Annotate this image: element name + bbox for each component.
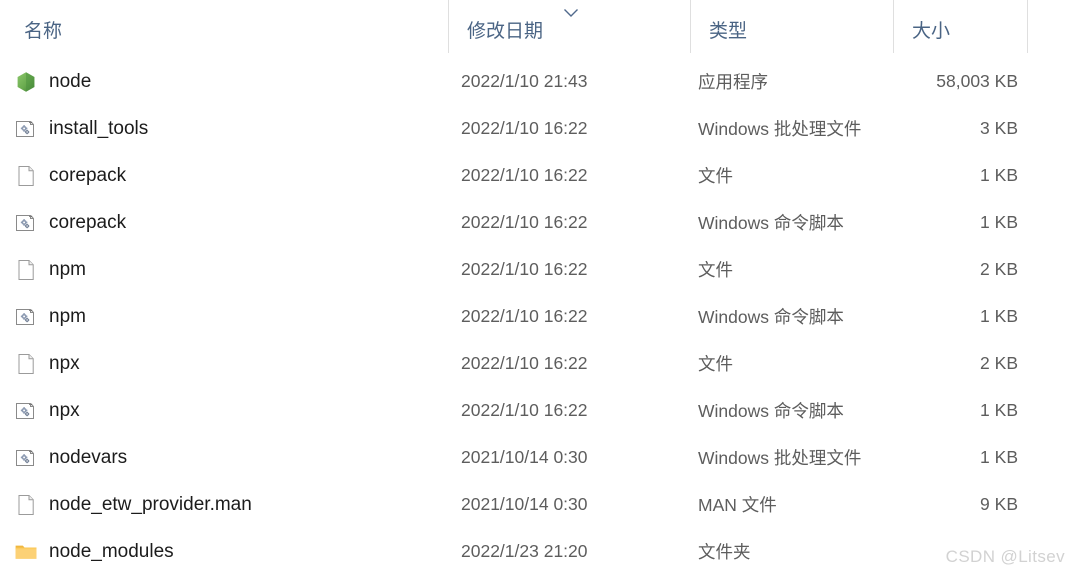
table-row[interactable]: corepack 2022/1/10 16:22 文件 1 KB [0,152,1083,199]
column-header-type[interactable]: 类型 [690,0,893,53]
sort-descending-chevron-icon [563,8,579,18]
file-size-cell: 2 KB [980,353,1018,373]
blank-document-icon [14,493,38,517]
table-row[interactable]: install_tools 2022/1/10 16:22 Windows 批处… [0,105,1083,152]
script-file-icon [14,399,38,423]
column-header-trailing-separator [1027,0,1028,53]
blank-document-icon [14,164,38,188]
table-row[interactable]: npm 2022/1/10 16:22 Windows 命令脚本 1 KB [0,293,1083,340]
file-date-modified-cell: 2022/1/10 16:22 [461,259,588,279]
column-header-size-label: 大小 [912,21,951,42]
table-row[interactable]: corepack 2022/1/10 16:22 Windows 命令脚本 1 … [0,199,1083,246]
column-header-size[interactable]: 大小 [893,0,1027,53]
file-name-label: nodevars [49,446,128,468]
file-date-modified-cell: 2022/1/23 21:20 [461,541,588,561]
file-type-cell: 文件夹 [698,542,751,562]
file-name-label: corepack [49,211,127,233]
file-name-cell[interactable]: install_tools [0,117,448,141]
file-name-cell[interactable]: corepack [0,164,448,188]
script-file-icon [14,305,38,329]
file-name-cell[interactable]: corepack [0,211,448,235]
file-explorer-list-view: 名称 修改日期 类型 大小 node 2022/1/10 21:43 应用程序 … [0,0,1083,577]
file-name-cell[interactable]: nodevars [0,446,448,470]
file-size-cell: 58,003 KB [936,71,1018,91]
file-date-modified-cell: 2022/1/10 16:22 [461,165,588,185]
file-date-modified-cell: 2021/10/14 0:30 [461,447,588,467]
column-header-date-modified-label: 修改日期 [467,21,544,42]
file-size-cell: 1 KB [980,400,1018,420]
script-file-icon [14,117,38,141]
column-header-name[interactable]: 名称 [0,0,448,53]
file-date-modified-cell: 2022/1/10 16:22 [461,118,588,138]
file-size-cell: 3 KB [980,118,1018,138]
file-name-label: npm [49,305,86,327]
file-list: node 2022/1/10 21:43 应用程序 58,003 KB inst… [0,58,1083,575]
file-date-modified-cell: 2022/1/10 16:22 [461,306,588,326]
file-name-label: corepack [49,164,127,186]
script-file-icon [14,211,38,235]
file-name-cell[interactable]: node_modules [0,540,448,564]
file-name-cell[interactable]: node_etw_provider.man [0,493,448,517]
file-name-label: npx [49,352,80,374]
file-name-label: node_etw_provider.man [49,493,252,515]
blank-document-icon [14,258,38,282]
file-name-label: npx [49,399,80,421]
file-date-modified-cell: 2022/1/10 21:43 [461,71,588,91]
table-row[interactable]: node_etw_provider.man 2021/10/14 0:30 MA… [0,481,1083,528]
table-row[interactable]: npx 2022/1/10 16:22 Windows 命令脚本 1 KB [0,387,1083,434]
column-header-name-label: 名称 [24,21,63,42]
table-row[interactable]: nodevars 2021/10/14 0:30 Windows 批处理文件 1… [0,434,1083,481]
table-row[interactable]: node_modules 2022/1/23 21:20 文件夹 [0,528,1083,575]
file-name-label: install_tools [49,117,149,139]
file-size-cell: 9 KB [980,494,1018,514]
folder-icon [14,540,38,564]
file-name-label: npm [49,258,86,280]
file-date-modified-cell: 2022/1/10 16:22 [461,353,588,373]
table-row[interactable]: npm 2022/1/10 16:22 文件 2 KB [0,246,1083,293]
file-date-modified-cell: 2022/1/10 16:22 [461,400,588,420]
table-row[interactable]: npx 2022/1/10 16:22 文件 2 KB [0,340,1083,387]
file-name-cell[interactable]: npx [0,352,448,376]
nodejs-hexagon-icon [14,70,38,94]
column-header-type-label: 类型 [709,21,748,42]
watermark: CSDN @Litsev [945,547,1065,566]
file-size-cell: 1 KB [980,212,1018,232]
blank-document-icon [14,352,38,376]
file-date-modified-cell: 2022/1/10 16:22 [461,212,588,232]
file-name-cell[interactable]: npx [0,399,448,423]
file-size-cell: 1 KB [980,447,1018,467]
file-size-cell: 2 KB [980,259,1018,279]
script-file-icon [14,446,38,470]
file-name-cell[interactable]: node [0,70,448,94]
column-header-row: 名称 修改日期 类型 大小 [0,0,1083,53]
file-name-label: node [49,70,92,92]
file-name-label: node_modules [49,540,174,562]
file-size-cell: 1 KB [980,165,1018,185]
table-row[interactable]: node 2022/1/10 21:43 应用程序 58,003 KB [0,58,1083,105]
file-size-cell: 1 KB [980,306,1018,326]
file-name-cell[interactable]: npm [0,305,448,329]
file-date-modified-cell: 2021/10/14 0:30 [461,494,588,514]
file-name-cell[interactable]: npm [0,258,448,282]
